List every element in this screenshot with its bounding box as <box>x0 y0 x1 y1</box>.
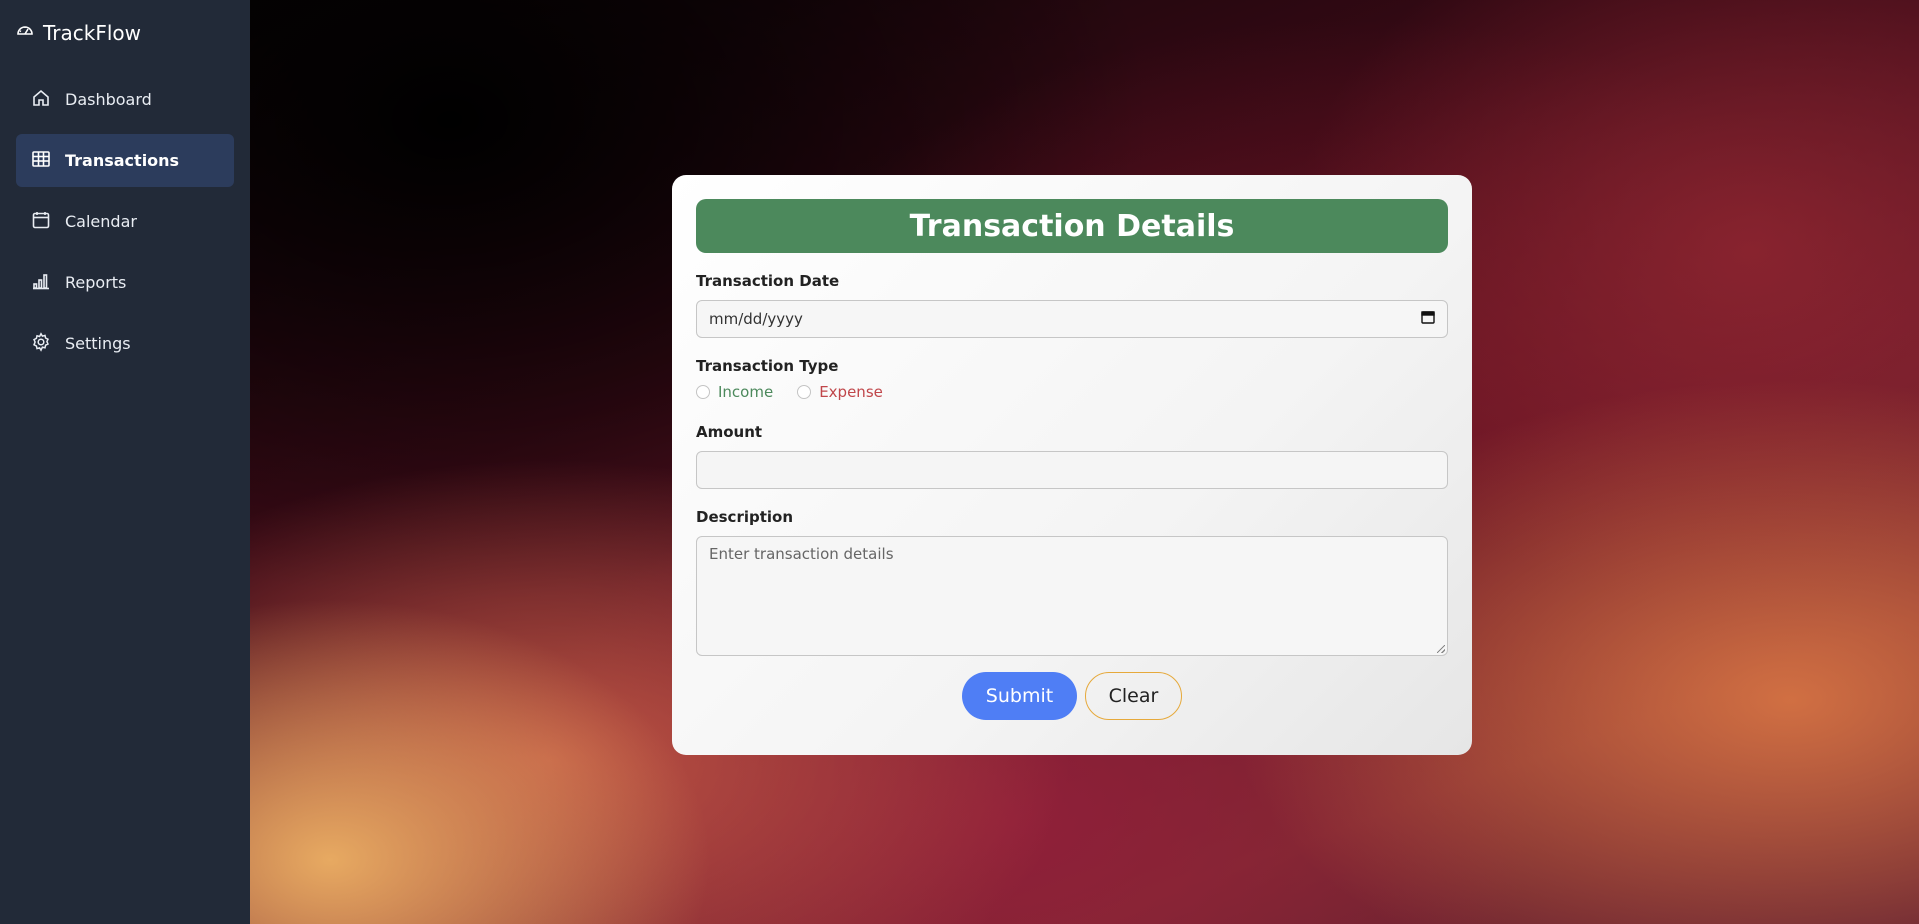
income-radio[interactable]: Income <box>696 383 773 401</box>
sidebar-item-reports[interactable]: Reports <box>16 256 234 309</box>
bar-chart-icon <box>31 271 51 295</box>
sidebar-item-label: Reports <box>65 273 127 292</box>
resize-handle[interactable] <box>1437 645 1445 653</box>
calendar-icon <box>31 210 51 234</box>
submit-button[interactable]: Submit <box>962 672 1077 720</box>
brand[interactable]: TrackFlow <box>15 20 141 45</box>
amount-label: Amount <box>696 423 763 441</box>
sidebar-item-calendar[interactable]: Calendar <box>16 195 234 248</box>
app-name: TrackFlow <box>43 20 141 45</box>
amount-input[interactable] <box>696 451 1448 489</box>
clear-button[interactable]: Clear <box>1085 672 1182 720</box>
table-icon <box>31 149 51 173</box>
expense-radio[interactable]: Expense <box>797 383 883 401</box>
transaction-form-card: Transaction Details Transaction Date mm/… <box>672 175 1472 755</box>
expense-radio-label: Expense <box>819 383 883 401</box>
transaction-type-radio-group: Income Expense <box>696 383 1448 401</box>
sidebar-nav: Dashboard Transactions Calendar Reports … <box>16 73 234 378</box>
expense-radio-button[interactable] <box>797 385 812 399</box>
sidebar-item-label: Calendar <box>65 212 137 231</box>
sidebar-item-transactions[interactable]: Transactions <box>16 134 234 187</box>
date-placeholder: mm/dd/yyyy <box>709 310 803 328</box>
calendar-picker-icon[interactable] <box>1421 310 1435 328</box>
type-label: Transaction Type <box>696 357 839 375</box>
date-label: Transaction Date <box>696 272 840 290</box>
income-radio-button[interactable] <box>696 385 710 399</box>
sidebar-item-settings[interactable]: Settings <box>16 317 234 370</box>
date-input[interactable]: mm/dd/yyyy <box>696 300 1448 338</box>
sidebar-item-label: Dashboard <box>65 90 152 109</box>
description-textarea[interactable]: Enter transaction details <box>696 536 1448 656</box>
form-actions: Submit Clear <box>696 672 1448 720</box>
sidebar: TrackFlow Dashboard Transactions Calenda… <box>0 0 250 924</box>
form-title: Transaction Details <box>696 199 1448 253</box>
sidebar-item-dashboard[interactable]: Dashboard <box>16 73 234 126</box>
home-icon <box>31 88 51 112</box>
sidebar-item-label: Transactions <box>65 151 180 170</box>
description-label: Description <box>696 508 794 526</box>
gauge-icon <box>15 20 35 45</box>
description-placeholder: Enter transaction details <box>709 545 894 563</box>
sidebar-item-label: Settings <box>65 334 131 353</box>
gear-icon <box>31 331 51 356</box>
income-radio-label: Income <box>718 383 774 401</box>
